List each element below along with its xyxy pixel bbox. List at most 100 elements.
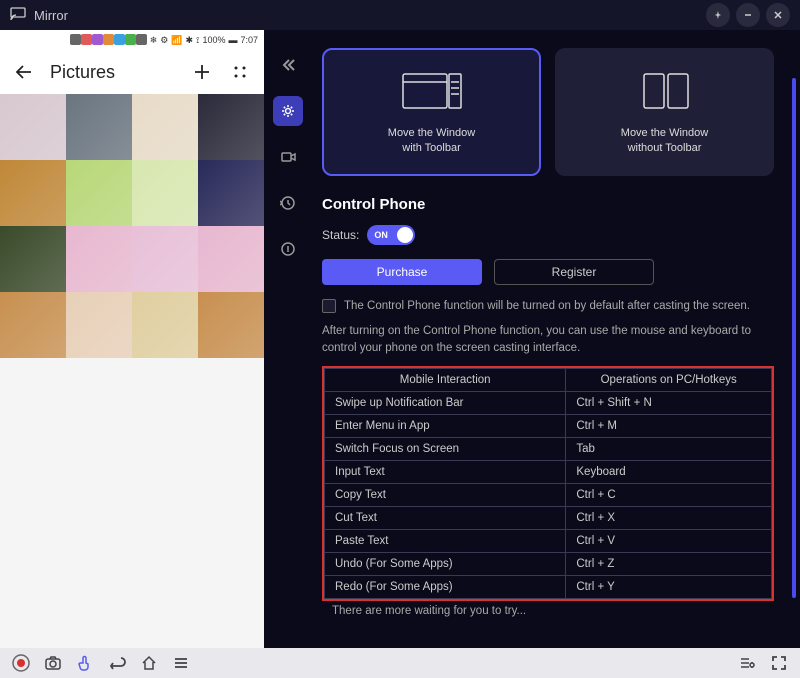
photo-thumb[interactable] bbox=[198, 94, 264, 160]
app-title: Mirror bbox=[34, 8, 68, 23]
status-label: Status: bbox=[322, 228, 359, 242]
td-hotkey: Tab bbox=[566, 437, 772, 460]
purchase-button[interactable]: Purchase bbox=[322, 259, 482, 285]
status-app-icon bbox=[81, 34, 92, 45]
close-button[interactable] bbox=[766, 3, 790, 27]
table-row: Undo (For Some Apps)Ctrl + Z bbox=[325, 552, 772, 575]
photo-thumb[interactable] bbox=[198, 292, 264, 358]
status-app-icon bbox=[114, 34, 125, 45]
td-hotkey: Ctrl + Shift + N bbox=[566, 391, 772, 414]
photo-thumb[interactable] bbox=[0, 292, 66, 358]
photo-thumb[interactable] bbox=[0, 94, 66, 160]
th-hotkey: Operations on PC/Hotkeys bbox=[566, 368, 772, 391]
td-hotkey: Ctrl + C bbox=[566, 483, 772, 506]
td-action: Redo (For Some Apps) bbox=[325, 575, 566, 598]
history-icon[interactable] bbox=[273, 188, 303, 218]
photo-thumb[interactable] bbox=[0, 160, 66, 226]
register-button[interactable]: Register bbox=[494, 259, 654, 285]
phone-statusbar: ❄⚙📶✱⟟ 100% ▬ 7:07 bbox=[0, 30, 264, 50]
menu-button[interactable] bbox=[170, 652, 192, 674]
section-title: Control Phone bbox=[322, 196, 774, 213]
table-row: Cut TextCtrl + X bbox=[325, 506, 772, 529]
phone-title: Pictures bbox=[50, 62, 176, 83]
hotkey-table: Mobile Interaction Operations on PC/Hotk… bbox=[322, 366, 774, 601]
add-icon[interactable] bbox=[190, 60, 214, 84]
td-hotkey: Ctrl + Y bbox=[566, 575, 772, 598]
checkbox-label: The Control Phone function will be turne… bbox=[344, 300, 750, 312]
td-action: Paste Text bbox=[325, 529, 566, 552]
td-action: Input Text bbox=[325, 460, 566, 483]
td-hotkey: Ctrl + X bbox=[566, 506, 772, 529]
photo-gallery[interactable] bbox=[0, 94, 264, 648]
photo-thumb[interactable] bbox=[66, 226, 132, 292]
card-label: Move the Window without Toolbar bbox=[621, 126, 708, 157]
table-row: Copy TextCtrl + C bbox=[325, 483, 772, 506]
record-button[interactable] bbox=[10, 652, 32, 674]
photo-thumb[interactable] bbox=[0, 226, 66, 292]
battery-text: 100% bbox=[202, 35, 225, 45]
titlebar: Mirror bbox=[0, 0, 800, 30]
record-icon[interactable] bbox=[273, 142, 303, 172]
minimize-button[interactable] bbox=[736, 3, 760, 27]
status-app-icon bbox=[92, 34, 103, 45]
td-action: Copy Text bbox=[325, 483, 566, 506]
td-action: Enter Menu in App bbox=[325, 414, 566, 437]
table-row: Paste TextCtrl + V bbox=[325, 529, 772, 552]
table-row: Redo (For Some Apps)Ctrl + Y bbox=[325, 575, 772, 598]
photo-thumb[interactable] bbox=[132, 160, 198, 226]
bottombar bbox=[0, 648, 800, 678]
pin-button[interactable] bbox=[706, 3, 730, 27]
td-action: Undo (For Some Apps) bbox=[325, 552, 566, 575]
screenshot-button[interactable] bbox=[42, 652, 64, 674]
photo-thumb[interactable] bbox=[132, 292, 198, 358]
window-plain-icon bbox=[630, 68, 700, 114]
photo-thumb[interactable] bbox=[198, 226, 264, 292]
td-action: Swipe up Notification Bar bbox=[325, 391, 566, 414]
photo-thumb[interactable] bbox=[66, 292, 132, 358]
more-text: There are more waiting for you to try... bbox=[322, 601, 774, 621]
td-hotkey: Ctrl + M bbox=[566, 414, 772, 437]
phone-header: Pictures bbox=[0, 50, 264, 94]
time-text: 7:07 bbox=[240, 35, 258, 45]
td-hotkey: Ctrl + V bbox=[566, 529, 772, 552]
content-panel: Move the Window with Toolbar Move the Wi… bbox=[312, 30, 800, 648]
table-row: Switch Focus on ScreenTab bbox=[325, 437, 772, 460]
phone-mirror: ❄⚙📶✱⟟ 100% ▬ 7:07 Pictures bbox=[0, 30, 264, 648]
home-button[interactable] bbox=[138, 652, 160, 674]
grid-icon[interactable] bbox=[228, 60, 252, 84]
sidebar bbox=[264, 30, 312, 648]
td-action: Cut Text bbox=[325, 506, 566, 529]
photo-thumb[interactable] bbox=[132, 226, 198, 292]
table-row: Enter Menu in AppCtrl + M bbox=[325, 414, 772, 437]
card-with-toolbar[interactable]: Move the Window with Toolbar bbox=[322, 48, 541, 176]
photo-thumb[interactable] bbox=[132, 94, 198, 160]
td-hotkey: Keyboard bbox=[566, 460, 772, 483]
photo-thumb[interactable] bbox=[66, 94, 132, 160]
td-hotkey: Ctrl + Z bbox=[566, 552, 772, 575]
default-on-checkbox[interactable] bbox=[322, 299, 336, 313]
status-toggle[interactable]: ON bbox=[367, 225, 415, 245]
table-row: Swipe up Notification BarCtrl + Shift + … bbox=[325, 391, 772, 414]
cast-icon bbox=[10, 7, 26, 23]
back-icon[interactable] bbox=[12, 60, 36, 84]
card-without-toolbar[interactable]: Move the Window without Toolbar bbox=[555, 48, 774, 176]
power-icon[interactable] bbox=[273, 234, 303, 264]
status-app-icon bbox=[136, 34, 147, 45]
table-row: Input TextKeyboard bbox=[325, 460, 772, 483]
info-text: After turning on the Control Phone funct… bbox=[322, 323, 774, 358]
window-toolbar-icon bbox=[397, 68, 467, 114]
list-button[interactable] bbox=[736, 652, 758, 674]
touch-button[interactable] bbox=[74, 652, 96, 674]
fullscreen-button[interactable] bbox=[768, 652, 790, 674]
collapse-icon[interactable] bbox=[273, 50, 303, 80]
td-action: Switch Focus on Screen bbox=[325, 437, 566, 460]
status-app-icon bbox=[70, 34, 81, 45]
photo-thumb[interactable] bbox=[66, 160, 132, 226]
undo-button[interactable] bbox=[106, 652, 128, 674]
status-app-icon bbox=[125, 34, 136, 45]
settings-icon[interactable] bbox=[273, 96, 303, 126]
th-action: Mobile Interaction bbox=[325, 368, 566, 391]
card-label: Move the Window with Toolbar bbox=[388, 126, 475, 157]
photo-thumb[interactable] bbox=[198, 160, 264, 226]
status-app-icon bbox=[103, 34, 114, 45]
